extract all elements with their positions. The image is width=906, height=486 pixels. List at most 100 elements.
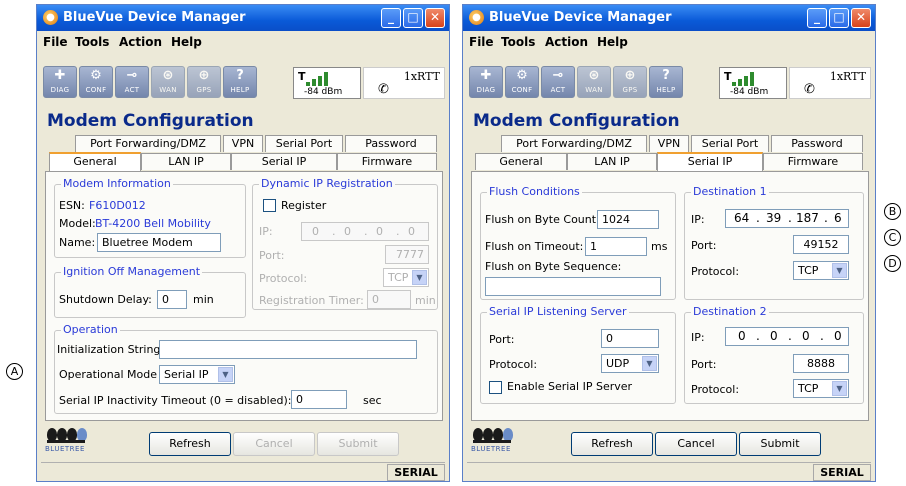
flush-byte-sequence-field[interactable] [485,277,661,296]
tab-vpn[interactable]: VPN [649,135,689,152]
refresh-button[interactable]: Refresh [571,432,653,456]
menu-action[interactable]: Action [545,35,588,49]
signal-bars-icon [732,72,762,86]
title-bar[interactable]: ● BlueVue Device Manager _ □ ✕ [463,5,875,31]
submit-button[interactable]: Submit [317,432,399,456]
tab-serial-ip[interactable]: Serial IP [657,152,763,171]
help-button[interactable]: ? HELP [223,66,257,98]
init-string-field[interactable] [159,340,417,359]
model-value: BT-4200 Bell Mobility [95,217,211,230]
tab-password[interactable]: Password [771,135,863,152]
cancel-button[interactable]: Cancel [655,432,737,456]
title-bar[interactable]: ● BlueVue Device Manager _ □ ✕ [37,5,449,31]
dest2-protocol-select[interactable]: TCP ▼ [793,379,849,398]
signal-bars-icon [306,72,336,86]
ignition-group: Ignition Off Management Shutdown Delay: … [54,265,246,318]
dest2-port-field[interactable]: 8888 [793,354,849,373]
tab-general[interactable]: General [49,152,141,171]
name-field[interactable]: Bluetree Modem [97,233,221,252]
callout-a: A [6,363,23,380]
dest2-ip-field[interactable]: 0 . 0 . 0 . 0 [725,327,849,346]
listening-server-title: Serial IP Listening Server [487,305,629,318]
network-type: 1xRTT [829,70,866,83]
cancel-button[interactable]: Cancel [233,432,315,456]
name-label: Name: [59,236,96,249]
act-button[interactable]: ⊸ ACT [541,66,575,98]
tab-firmware[interactable]: Firmware [763,153,863,170]
gps-button[interactable]: ⊕ GPS [613,66,647,98]
close-button[interactable]: ✕ [425,8,445,28]
tab-password[interactable]: Password [345,135,437,152]
diag-button[interactable]: ✚ DIAG [43,66,77,98]
dest1-protocol-label: Protocol: [691,265,740,278]
listen-protocol-select[interactable]: UDP ▼ [601,354,659,373]
gps-button[interactable]: ⊕ GPS [187,66,221,98]
diag-button[interactable]: ✚ DIAG [469,66,503,98]
tab-firmware[interactable]: Firmware [337,153,437,170]
wan-button[interactable]: ⊛ WAN [151,66,185,98]
tab-serial-ip[interactable]: Serial IP [231,153,337,170]
help-button[interactable]: ? HELP [649,66,683,98]
tab-general[interactable]: General [475,153,567,170]
maximize-button[interactable]: □ [829,8,849,28]
shutdown-delay-field[interactable]: 0 [157,290,187,309]
tab-port-forwarding[interactable]: Port Forwarding/DMZ [75,135,221,152]
menu-help[interactable]: Help [597,35,628,49]
flush-byte-count-field[interactable]: 1024 [597,210,659,229]
destination-1-group: Destination 1 IP: 64 . 39 . 187 . 6 Port… [684,185,864,300]
wan-button[interactable]: ⊛ WAN [577,66,611,98]
submit-button[interactable]: Submit [739,432,821,456]
flush-timeout-field[interactable]: 1 [585,237,647,256]
menu-action[interactable]: Action [119,35,162,49]
dyn-ip-field[interactable]: 0 . 0 . 0 . 0 [301,222,429,241]
signal-indicator: T -84 dBm [293,67,361,99]
menu-tools[interactable]: Tools [75,35,109,49]
menu-file[interactable]: File [43,35,68,49]
minimize-button[interactable]: _ [807,8,827,28]
plus-icon: ✚ [54,68,66,83]
dest2-ip-label: IP: [691,331,705,344]
register-checkbox[interactable] [263,199,276,212]
dest1-ip-field[interactable]: 64 . 39 . 187 . 6 [725,209,849,228]
app-icon: ● [469,10,484,25]
inactivity-timeout-field[interactable]: 0 [291,390,347,409]
tab-serial-port[interactable]: Serial Port [265,135,343,152]
destination-2-group: Destination 2 IP: 0 . 0 . 0 . 0 Port: 88… [684,305,864,404]
signal-dbm: -84 dBm [730,87,769,97]
ignition-title: Ignition Off Management [61,265,203,278]
flush-byte-count-label: Flush on Byte Count: [485,213,600,226]
network-indicator: 1xRTT ✆ [789,67,871,99]
dest1-port-field[interactable]: 49152 [793,235,849,254]
question-icon: ? [236,68,244,83]
status-bar: SERIAL [467,462,871,481]
chevron-down-icon: ▼ [642,356,657,371]
dyn-port-field[interactable]: 7777 [385,245,429,264]
menu-tools[interactable]: Tools [501,35,535,49]
model-label: Model: [59,217,96,230]
tab-lan-ip[interactable]: LAN IP [141,153,231,170]
refresh-button[interactable]: Refresh [149,432,231,456]
tab-serial-port[interactable]: Serial Port [691,135,769,152]
connection-status: SERIAL [813,464,871,481]
minimize-button[interactable]: _ [381,8,401,28]
conf-button[interactable]: ⚙ CONF [79,66,113,98]
close-button[interactable]: ✕ [851,8,871,28]
tab-vpn[interactable]: VPN [223,135,263,152]
crosshair-icon: ⊕ [198,68,210,83]
operational-mode-select[interactable]: Serial IP ▼ [159,365,235,384]
listen-port-field[interactable]: 0 [601,329,659,348]
tab-port-forwarding[interactable]: Port Forwarding/DMZ [501,135,647,152]
tab-lan-ip[interactable]: LAN IP [567,153,657,170]
menu-help[interactable]: Help [171,35,202,49]
dyn-protocol-select[interactable]: TCP ▼ [383,268,429,287]
registration-timer-field[interactable]: 0 [367,290,411,309]
conf-button[interactable]: ⚙ CONF [505,66,539,98]
dyn-port-label: Port: [259,249,285,262]
dest1-protocol-select[interactable]: TCP ▼ [793,261,849,280]
menu-file[interactable]: File [469,35,494,49]
maximize-button[interactable]: □ [403,8,423,28]
act-button[interactable]: ⊸ ACT [115,66,149,98]
gear-icon: ⚙ [516,68,528,83]
enable-serial-ip-server-checkbox[interactable] [489,381,502,394]
dynamic-ip-group: Dynamic IP Registration Register IP: 0 .… [252,177,438,310]
